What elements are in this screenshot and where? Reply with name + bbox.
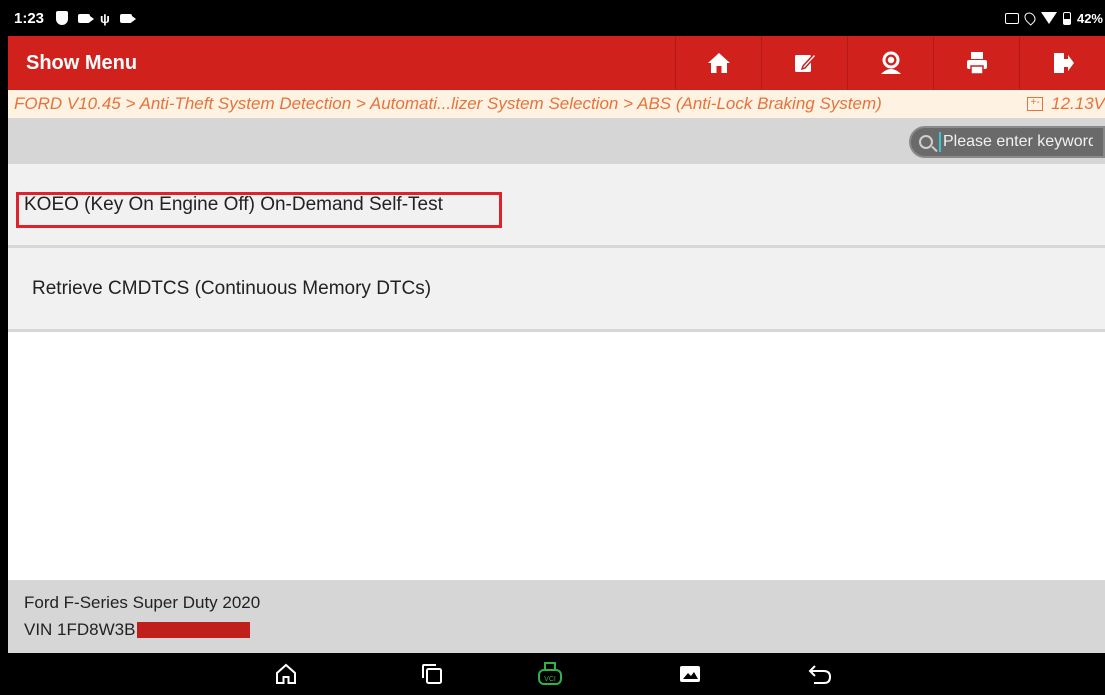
search-box[interactable] [909,126,1105,158]
battery-icon [1062,11,1071,25]
status-bar: 1:23 ψ 42% [8,0,1105,36]
voltage-indicator: +- 12.13V [1021,90,1105,118]
cast-icon [1004,12,1019,24]
toolbar [675,36,1105,90]
search-row [8,118,1105,164]
user-support-button[interactable] [847,36,933,90]
function-menu: KOEO (Key On Engine Off) On-Demand Self-… [8,164,1105,332]
wifi-icon [1040,12,1057,24]
location-icon [1022,10,1038,26]
breadcrumb-path: FORD V10.45 > Anti-Theft System Detectio… [14,94,882,113]
battery-voltage-icon: +- [1027,97,1044,111]
highlight-box [16,192,502,228]
shield-icon [56,11,69,25]
back-icon [808,665,832,684]
recent-apps-icon [422,664,442,684]
voltage-value: 12.13V [1051,94,1105,113]
user-support-icon [880,51,901,74]
title-bar: Show Menu [8,36,1105,90]
usb-icon: ψ [100,10,110,26]
search-input[interactable] [941,133,1093,151]
page-title: Show Menu [26,51,138,74]
vehicle-info-footer: Ford F-Series Super Duty 2020 VIN 1FD8W3… [8,580,1105,653]
edit-report-button[interactable] [761,36,847,90]
vehicle-model: Ford F-Series Super Duty 2020 [24,593,261,612]
nav-back-button[interactable] [806,662,834,686]
search-icon [919,135,933,149]
edit-report-icon [794,52,817,72]
nav-home-button[interactable] [272,662,300,686]
home-icon [276,663,296,684]
svg-text:VCI: VCI [544,676,556,683]
vin-text: VIN 1FD8W3B [24,620,136,639]
exit-button[interactable] [1019,36,1105,90]
nav-screenshot-button[interactable] [676,662,704,686]
breadcrumb: FORD V10.45 > Anti-Theft System Detectio… [8,90,1105,118]
camera-icon [119,13,136,23]
camera-icon [78,13,95,23]
vin-redaction [137,622,251,638]
menu-item-label: Retrieve CMDTCS (Continuous Memory DTCs) [32,277,432,299]
exit-icon [1053,53,1074,73]
battery-percent: 42% [1076,10,1103,26]
status-time: 1:23 [14,9,45,27]
vci-icon: VCI [538,662,562,685]
vin-line: VIN 1FD8W3B [24,620,251,640]
menu-item-retrieve-cmdtcs[interactable]: Retrieve CMDTCS (Continuous Memory DTCs) [8,248,1105,332]
frame-edge [0,0,8,695]
nav-recent-apps-button[interactable] [418,662,446,686]
home-button[interactable] [675,36,761,90]
nav-vci-button[interactable]: VCI [536,662,564,686]
print-button[interactable] [933,36,1019,90]
screenshot-icon [680,666,700,682]
menu-item-koeo-self-test[interactable]: KOEO (Key On Engine Off) On-Demand Self-… [8,164,1105,248]
home-icon [707,53,730,73]
navigation-bar: VCI [0,653,1105,695]
print-icon [966,52,987,75]
